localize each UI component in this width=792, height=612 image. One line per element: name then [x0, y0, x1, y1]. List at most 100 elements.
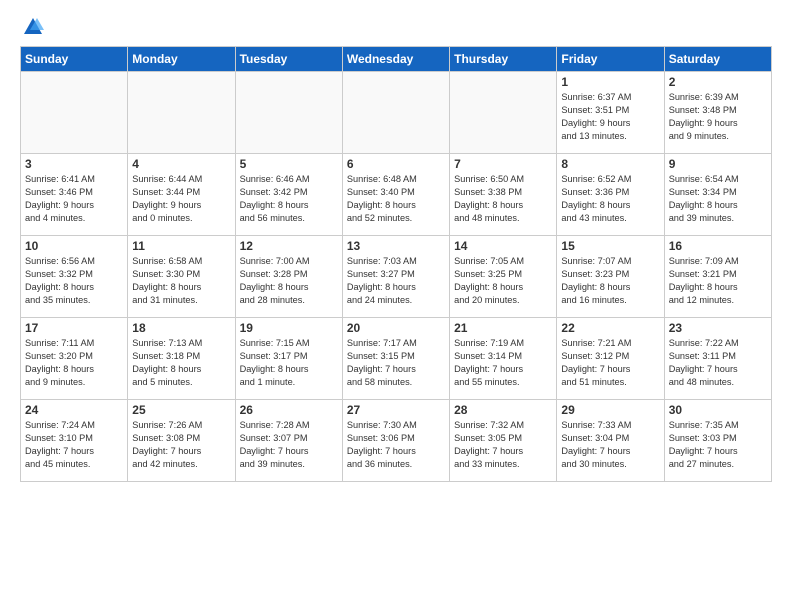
calendar-cell: [450, 72, 557, 154]
calendar-cell: 21Sunrise: 7:19 AM Sunset: 3:14 PM Dayli…: [450, 318, 557, 400]
calendar-cell: 7 Sunrise: 6:50 AM Sunset: 3:38 PM Daylig…: [450, 154, 557, 236]
day-number: 29: [561, 403, 659, 417]
calendar-cell: 17 Sunrise: 7:11 AM Sunset: 3:20 PM Dayli…: [21, 318, 128, 400]
day-number: 26: [240, 403, 338, 417]
day-info: Sunrise: 7:21 AM Sunset: 3:12 PM Dayligh…: [561, 337, 659, 389]
day-number: 15: [561, 239, 659, 253]
day-info: Sunrise: 6:41 AM Sunset: 3:46 PM Dayligh…: [25, 173, 123, 225]
calendar-cell: 14 Sunrise: 7:05 AM Sunset: 3:25 PM Dayli…: [450, 236, 557, 318]
header: [20, 16, 772, 38]
calendar-cell: 29 Sunrise: 7:33 AM Sunset: 3:04 PM Dayli…: [557, 400, 664, 482]
calendar-cell: 9 Sunrise: 6:54 AM Sunset: 3:34 PM Daylig…: [664, 154, 771, 236]
day-info: Sunrise: 6:52 AM Sunset: 3:36 PM Dayligh…: [561, 173, 659, 225]
day-number: 22: [561, 321, 659, 335]
day-number: 1: [561, 75, 659, 89]
calendar-header-row: SundayMondayTuesdayWednesdayThursdayFrid…: [21, 47, 772, 72]
header-tuesday: Tuesday: [235, 47, 342, 72]
calendar-body: 1 Sunrise: 6:37 AM Sunset: 3:51 PM Daylig…: [21, 72, 772, 482]
day-number: 25: [132, 403, 230, 417]
week-row-1: 3 Sunrise: 6:41 AM Sunset: 3:46 PM Daylig…: [21, 154, 772, 236]
day-info: Sunrise: 7:13 AM Sunset: 3:18 PM Dayligh…: [132, 337, 230, 389]
day-number: 13: [347, 239, 445, 253]
calendar: SundayMondayTuesdayWednesdayThursdayFrid…: [20, 46, 772, 482]
calendar-cell: 5 Sunrise: 6:46 AM Sunset: 3:42 PM Daylig…: [235, 154, 342, 236]
page: SundayMondayTuesdayWednesdayThursdayFrid…: [0, 0, 792, 612]
day-info: Sunrise: 7:03 AM Sunset: 3:27 PM Dayligh…: [347, 255, 445, 307]
calendar-cell: 13 Sunrise: 7:03 AM Sunset: 3:27 PM Dayli…: [342, 236, 449, 318]
day-number: 9: [669, 157, 767, 171]
calendar-cell: [235, 72, 342, 154]
day-number: 3: [25, 157, 123, 171]
calendar-cell: 18Sunrise: 7:13 AM Sunset: 3:18 PM Dayli…: [128, 318, 235, 400]
calendar-cell: 22 Sunrise: 7:21 AM Sunset: 3:12 PM Dayli…: [557, 318, 664, 400]
day-info: Sunrise: 7:30 AM Sunset: 3:06 PM Dayligh…: [347, 419, 445, 471]
calendar-cell: 27 Sunrise: 7:30 AM Sunset: 3:06 PM Dayli…: [342, 400, 449, 482]
day-info: Sunrise: 7:33 AM Sunset: 3:04 PM Dayligh…: [561, 419, 659, 471]
calendar-cell: 12 Sunrise: 7:00 AM Sunset: 3:28 PM Dayli…: [235, 236, 342, 318]
day-info: Sunrise: 7:11 AM Sunset: 3:20 PM Dayligh…: [25, 337, 123, 389]
calendar-cell: 26 Sunrise: 7:28 AM Sunset: 3:07 PM Dayli…: [235, 400, 342, 482]
calendar-cell: 1 Sunrise: 6:37 AM Sunset: 3:51 PM Daylig…: [557, 72, 664, 154]
day-info: Sunrise: 7:28 AM Sunset: 3:07 PM Dayligh…: [240, 419, 338, 471]
week-row-4: 24 Sunrise: 7:24 AM Sunset: 3:10 PM Dayli…: [21, 400, 772, 482]
day-info: Sunrise: 7:05 AM Sunset: 3:25 PM Dayligh…: [454, 255, 552, 307]
day-info: Sunrise: 6:58 AM Sunset: 3:30 PM Dayligh…: [132, 255, 230, 307]
calendar-cell: 15 Sunrise: 7:07 AM Sunset: 3:23 PM Dayli…: [557, 236, 664, 318]
header-thursday: Thursday: [450, 47, 557, 72]
calendar-cell: [128, 72, 235, 154]
calendar-cell: 8Sunrise: 6:52 AM Sunset: 3:36 PM Daylig…: [557, 154, 664, 236]
day-info: Sunrise: 6:46 AM Sunset: 3:42 PM Dayligh…: [240, 173, 338, 225]
day-number: 30: [669, 403, 767, 417]
calendar-cell: 16 Sunrise: 7:09 AM Sunset: 3:21 PM Dayli…: [664, 236, 771, 318]
logo-icon: [22, 16, 44, 38]
week-row-3: 17 Sunrise: 7:11 AM Sunset: 3:20 PM Dayli…: [21, 318, 772, 400]
calendar-cell: 28 Sunrise: 7:32 AM Sunset: 3:05 PM Dayli…: [450, 400, 557, 482]
calendar-cell: 25 Sunrise: 7:26 AM Sunset: 3:08 PM Dayli…: [128, 400, 235, 482]
day-number: 2: [669, 75, 767, 89]
calendar-cell: 24 Sunrise: 7:24 AM Sunset: 3:10 PM Dayli…: [21, 400, 128, 482]
day-number: 16: [669, 239, 767, 253]
day-info: Sunrise: 6:44 AM Sunset: 3:44 PM Dayligh…: [132, 173, 230, 225]
calendar-cell: [21, 72, 128, 154]
calendar-cell: 3 Sunrise: 6:41 AM Sunset: 3:46 PM Daylig…: [21, 154, 128, 236]
day-number: 17: [25, 321, 123, 335]
day-info: Sunrise: 7:09 AM Sunset: 3:21 PM Dayligh…: [669, 255, 767, 307]
day-number: 5: [240, 157, 338, 171]
day-number: 23: [669, 321, 767, 335]
day-number: 24: [25, 403, 123, 417]
day-number: 7: [454, 157, 552, 171]
day-number: 28: [454, 403, 552, 417]
day-number: 20: [347, 321, 445, 335]
week-row-0: 1 Sunrise: 6:37 AM Sunset: 3:51 PM Daylig…: [21, 72, 772, 154]
calendar-cell: [342, 72, 449, 154]
calendar-cell: 19 Sunrise: 7:15 AM Sunset: 3:17 PM Dayli…: [235, 318, 342, 400]
day-number: 27: [347, 403, 445, 417]
day-info: Sunrise: 6:50 AM Sunset: 3:38 PM Dayligh…: [454, 173, 552, 225]
day-info: Sunrise: 7:07 AM Sunset: 3:23 PM Dayligh…: [561, 255, 659, 307]
day-number: 21: [454, 321, 552, 335]
day-number: 19: [240, 321, 338, 335]
calendar-cell: 30 Sunrise: 7:35 AM Sunset: 3:03 PM Dayli…: [664, 400, 771, 482]
day-info: Sunrise: 7:24 AM Sunset: 3:10 PM Dayligh…: [25, 419, 123, 471]
calendar-cell: 2Sunrise: 6:39 AM Sunset: 3:48 PM Daylig…: [664, 72, 771, 154]
day-number: 4: [132, 157, 230, 171]
day-number: 11: [132, 239, 230, 253]
day-info: Sunrise: 7:32 AM Sunset: 3:05 PM Dayligh…: [454, 419, 552, 471]
day-info: Sunrise: 6:37 AM Sunset: 3:51 PM Dayligh…: [561, 91, 659, 143]
day-info: Sunrise: 6:54 AM Sunset: 3:34 PM Dayligh…: [669, 173, 767, 225]
day-info: Sunrise: 7:00 AM Sunset: 3:28 PM Dayligh…: [240, 255, 338, 307]
day-number: 10: [25, 239, 123, 253]
day-number: 14: [454, 239, 552, 253]
day-info: Sunrise: 7:17 AM Sunset: 3:15 PM Dayligh…: [347, 337, 445, 389]
calendar-cell: 11 Sunrise: 6:58 AM Sunset: 3:30 PM Dayli…: [128, 236, 235, 318]
day-info: Sunrise: 7:15 AM Sunset: 3:17 PM Dayligh…: [240, 337, 338, 389]
day-info: Sunrise: 7:26 AM Sunset: 3:08 PM Dayligh…: [132, 419, 230, 471]
calendar-cell: 4 Sunrise: 6:44 AM Sunset: 3:44 PM Daylig…: [128, 154, 235, 236]
header-monday: Monday: [128, 47, 235, 72]
day-number: 12: [240, 239, 338, 253]
day-info: Sunrise: 7:35 AM Sunset: 3:03 PM Dayligh…: [669, 419, 767, 471]
day-info: Sunrise: 7:22 AM Sunset: 3:11 PM Dayligh…: [669, 337, 767, 389]
calendar-cell: 10Sunrise: 6:56 AM Sunset: 3:32 PM Dayli…: [21, 236, 128, 318]
logo: [20, 16, 44, 38]
week-row-2: 10Sunrise: 6:56 AM Sunset: 3:32 PM Dayli…: [21, 236, 772, 318]
